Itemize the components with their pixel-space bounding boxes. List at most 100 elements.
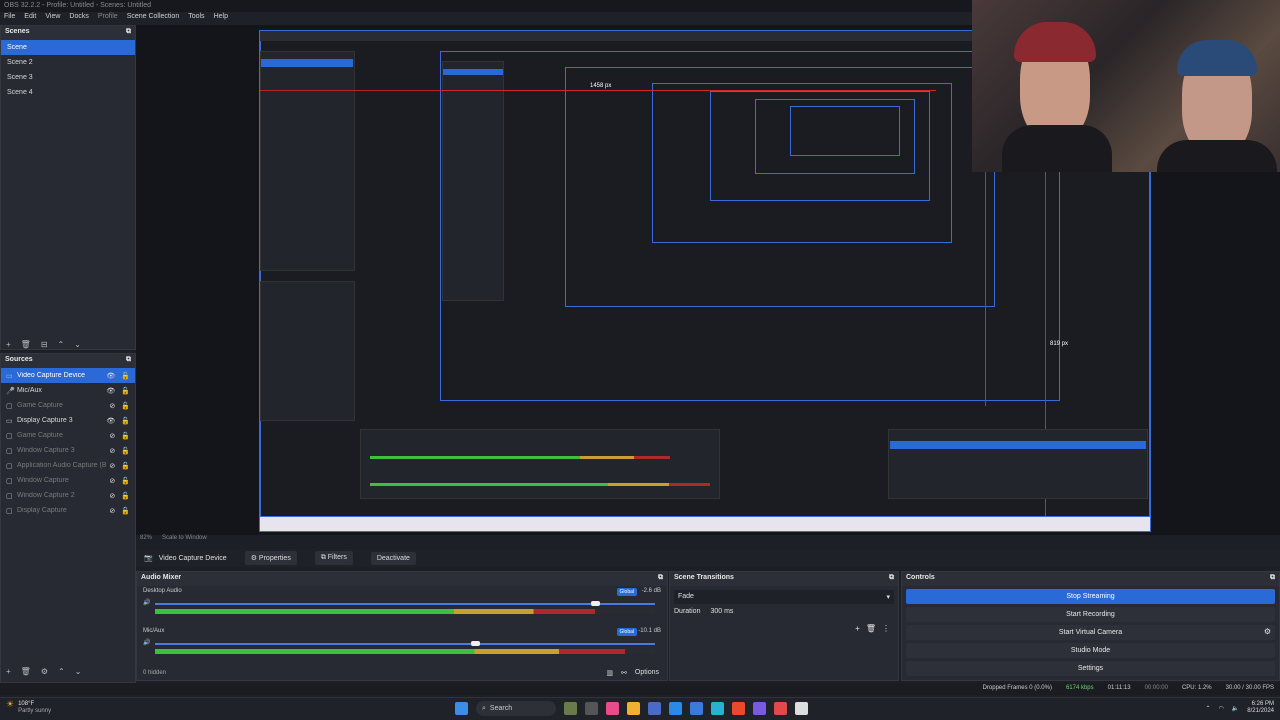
lock-icon[interactable]: 🔓: [121, 372, 130, 380]
menu-docks[interactable]: Docks: [69, 13, 88, 24]
options-button[interactable]: Options: [635, 669, 659, 677]
duration-field[interactable]: 300 ms: [710, 608, 733, 615]
lock-icon[interactable]: 🔓: [121, 432, 130, 440]
obs-icon[interactable]: [795, 702, 808, 715]
add-source-icon[interactable]: +: [6, 667, 11, 676]
menu-view[interactable]: View: [45, 13, 60, 24]
scale-mode[interactable]: Scale to Window: [162, 535, 207, 545]
lock-icon[interactable]: 🔓: [121, 417, 130, 425]
weather-widget[interactable]: ☀ 108°F Partly sunny: [6, 700, 51, 715]
eye-hidden-icon[interactable]: ⊘: [109, 462, 115, 470]
source-item[interactable]: ▢ Application Audio Capture (BETA)⊘ 🔓: [1, 458, 135, 473]
scene-item-4[interactable]: Scene 4: [1, 85, 135, 100]
start-recording-button[interactable]: Start Recording: [906, 607, 1275, 622]
source-item[interactable]: ▢ Window Capture ⊘ 🔓: [1, 473, 135, 488]
menu-file[interactable]: File: [4, 13, 15, 24]
remove-scene-icon[interactable]: 🗑: [21, 340, 31, 349]
menu-help[interactable]: Help: [214, 13, 228, 24]
scene-item-3[interactable]: Scene 3: [1, 70, 135, 85]
app-icon[interactable]: [753, 702, 766, 715]
eye-icon[interactable]: 👁: [106, 387, 115, 395]
stop-streaming-button[interactable]: Stop Streaming: [906, 589, 1275, 604]
source-item[interactable]: ▭ Video Capture Device 👁 🔓: [1, 368, 135, 383]
filters-button[interactable]: ⧉ Filters: [314, 551, 353, 565]
zoom-level[interactable]: 82%: [140, 535, 152, 545]
menu-scene-collection[interactable]: Scene Collection: [127, 13, 180, 24]
dock-float-icon[interactable]: ⧉: [658, 574, 663, 584]
menu-profile[interactable]: Profile: [98, 13, 118, 24]
menu-edit[interactable]: Edit: [24, 13, 36, 24]
app-icon[interactable]: [648, 702, 661, 715]
app-icon[interactable]: [774, 702, 787, 715]
volume-knob[interactable]: [591, 601, 600, 606]
start-virtual-camera-button[interactable]: Start Virtual Camera: [906, 625, 1275, 640]
dock-float-icon[interactable]: ⧉: [889, 574, 894, 584]
lock-icon[interactable]: 🔓: [121, 447, 130, 455]
add-scene-icon[interactable]: +: [6, 340, 11, 349]
move-down-icon[interactable]: ⌄: [74, 340, 81, 349]
link-icon[interactable]: ⚯: [621, 669, 627, 677]
lock-icon[interactable]: 🔓: [121, 462, 130, 470]
source-item[interactable]: ▭ Display Capture 3 👁 🔓: [1, 413, 135, 428]
lock-icon[interactable]: 🔓: [121, 402, 130, 410]
volume-icon[interactable]: 🔈: [1232, 705, 1239, 712]
eye-icon[interactable]: 👁: [106, 417, 115, 425]
dock-float-icon[interactable]: ⧉: [1270, 574, 1275, 584]
app-icon[interactable]: [690, 702, 703, 715]
app-icon[interactable]: [606, 702, 619, 715]
app-icon[interactable]: [585, 702, 598, 715]
volume-slider[interactable]: [155, 603, 655, 605]
move-up-icon[interactable]: ⌃: [58, 340, 65, 349]
move-up-icon[interactable]: ⌃: [58, 667, 65, 676]
studio-mode-button[interactable]: Studio Mode: [906, 643, 1275, 658]
gear-icon[interactable]: ⚙: [41, 667, 48, 676]
windows-start-icon[interactable]: [455, 702, 468, 715]
wifi-icon[interactable]: ◠: [1219, 705, 1224, 712]
properties-button[interactable]: ⚙ Properties: [244, 551, 297, 565]
dropbox-icon[interactable]: [669, 702, 682, 715]
file-explorer-icon[interactable]: [627, 702, 640, 715]
eye-hidden-icon[interactable]: ⊘: [109, 447, 115, 455]
move-down-icon[interactable]: ⌄: [75, 667, 82, 676]
clock[interactable]: 6:26 PM 8/21/2024: [1247, 701, 1274, 715]
taskbar-search[interactable]: ⌕ Search: [476, 701, 556, 716]
gear-icon[interactable]: ⚙: [1264, 627, 1271, 636]
speaker-icon[interactable]: 🔊: [143, 639, 150, 646]
source-item[interactable]: ▢ Display Capture ⊘ 🔓: [1, 503, 135, 518]
remove-source-icon[interactable]: 🗑: [21, 667, 31, 676]
eye-hidden-icon[interactable]: ⊘: [109, 507, 115, 515]
lock-icon[interactable]: 🔓: [121, 387, 130, 395]
add-transition-icon[interactable]: +: [855, 624, 860, 633]
scene-item-1[interactable]: Scene: [1, 40, 135, 55]
source-item[interactable]: ▢ Game Capture ⊘ 🔓: [1, 428, 135, 443]
source-item[interactable]: 🎤 Mic/Aux 👁 🔓: [1, 383, 135, 398]
dock-float-icon[interactable]: ⧉: [126, 356, 131, 366]
edge-icon[interactable]: [711, 702, 724, 715]
filter-icon[interactable]: ⊟: [41, 340, 48, 349]
speaker-icon[interactable]: 🔊: [143, 599, 150, 606]
scene-item-2[interactable]: Scene 2: [1, 55, 135, 70]
layout-icon[interactable]: ▥: [606, 669, 613, 677]
eye-hidden-icon[interactable]: ⊘: [109, 432, 115, 440]
dock-float-icon[interactable]: ⧉: [126, 28, 131, 38]
menu-tools[interactable]: Tools: [188, 13, 204, 24]
source-item[interactable]: ▢ Window Capture 2 ⊘ 🔓: [1, 488, 135, 503]
eye-hidden-icon[interactable]: ⊘: [109, 402, 115, 410]
chevron-up-icon[interactable]: ⌃: [1206, 705, 1211, 712]
remove-transition-icon[interactable]: 🗑: [866, 624, 876, 633]
volume-knob[interactable]: [471, 641, 480, 646]
eye-hidden-icon[interactable]: ⊘: [109, 492, 115, 500]
deactivate-button[interactable]: Deactivate: [370, 551, 416, 565]
more-icon[interactable]: ⋮: [882, 624, 890, 633]
lock-icon[interactable]: 🔓: [121, 492, 130, 500]
source-item[interactable]: ▢ Window Capture 3 ⊘ 🔓: [1, 443, 135, 458]
source-item[interactable]: ▢ Game Capture ⊘ 🔓: [1, 398, 135, 413]
lock-icon[interactable]: 🔓: [121, 507, 130, 515]
volume-slider[interactable]: [155, 643, 655, 645]
eye-hidden-icon[interactable]: ⊘: [109, 477, 115, 485]
chrome-icon[interactable]: [732, 702, 745, 715]
lock-icon[interactable]: 🔓: [121, 477, 130, 485]
app-icon[interactable]: [564, 702, 577, 715]
eye-icon[interactable]: 👁: [106, 372, 115, 380]
settings-button[interactable]: Settings: [906, 661, 1275, 676]
